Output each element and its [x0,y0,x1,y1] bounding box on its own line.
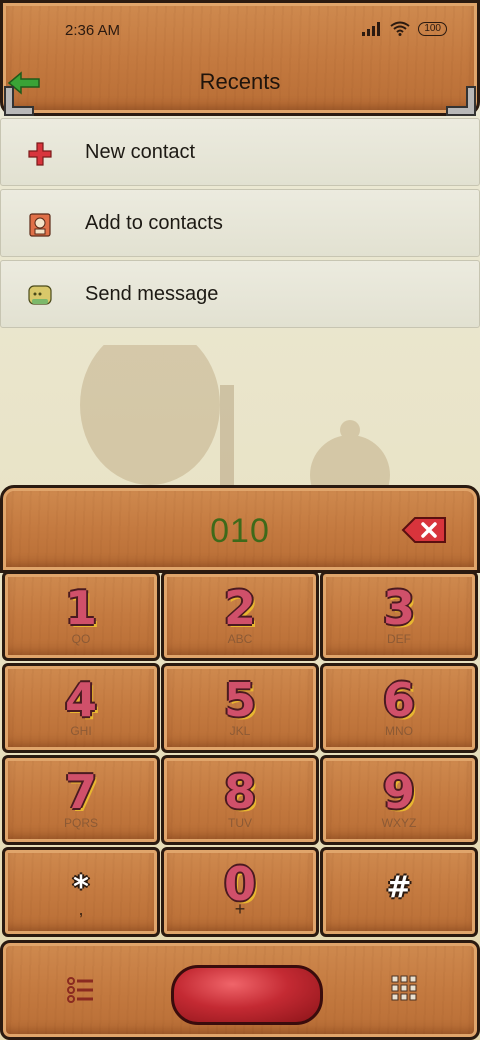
key-digit: 3 [382,581,415,635]
key-hash[interactable]: # [320,847,478,937]
key-digit: 7 [64,765,97,819]
number-display: 010 [0,485,480,573]
key-digit: 2 [223,581,256,635]
key-digit: 9 [382,765,415,819]
key-letters: TUV [228,816,252,830]
key-digit: 1 [64,581,97,635]
page-title: Recents [199,69,281,94]
key-six[interactable]: 6 MNO [320,663,478,753]
key-eight[interactable]: 8 TUV [161,755,319,845]
metal-corner-icon [4,86,34,116]
menu-item-label: Add to contacts [85,212,223,234]
dialer-panel: 010 1 QO 2 ABC 3 DEF 4 GHI 5 JKL 6 MNO 7 PQRS 8 TUV 9 WXY… [0,485,480,1040]
key-digit: 5 [223,673,256,727]
status-bar: 2:36 AM 100 [3,21,477,43]
key-letters: GHI [70,724,92,738]
key-letters: + [234,899,246,919]
recents-menu: New contact Add to contacts Send message [0,118,480,331]
key-digit: # [386,870,412,905]
menu-item-label: Send message [85,283,219,305]
key-two[interactable]: 2 ABC [161,571,319,661]
dialer-action-bar [0,940,480,1040]
call-button[interactable] [171,965,323,1025]
contact-card-icon [29,213,51,237]
key-three[interactable]: 3 DEF [320,571,478,661]
key-letters: WXYZ [381,816,417,830]
key-letters: DEF [387,632,411,646]
status-icons: 100 [362,21,447,36]
key-letters: QO [71,632,91,646]
key-letters: ABC [227,632,253,646]
key-star[interactable]: *, [2,847,160,937]
key-letters: PQRS [63,816,98,830]
message-icon [28,285,52,305]
key-four[interactable]: 4 GHI [2,663,160,753]
title-bar: 2:36 AM 100 Recents [0,0,480,116]
key-nine[interactable]: 9 WXYZ [320,755,478,845]
key-one[interactable]: 1 QO [2,571,160,661]
key-seven[interactable]: 7 PQRS [2,755,160,845]
wifi-icon [390,21,410,36]
plus-icon [28,142,52,166]
key-digit: 6 [382,673,415,727]
send-message-item[interactable]: Send message [0,260,480,328]
status-time: 2:36 AM [65,22,121,39]
battery-icon: 100 [418,21,447,36]
list-menu-icon[interactable] [67,977,95,1003]
key-five[interactable]: 5 JKL [161,663,319,753]
add-to-contacts-item[interactable]: Add to contacts [0,189,480,257]
new-contact-item[interactable]: New contact [0,118,480,186]
key-digit: 4 [64,673,97,727]
key-digit: 8 [223,765,256,819]
keypad-toggle-icon[interactable] [391,975,417,1005]
key-letters: JKL [229,724,251,738]
background-illustration [80,345,390,485]
signal-icon [362,21,381,36]
metal-corner-icon [446,86,476,116]
key-zero[interactable]: 0 + [161,847,319,937]
menu-item-label: New contact [85,141,196,163]
key-letters: , [78,899,84,919]
key-letters: MNO [385,724,413,738]
backspace-icon[interactable] [401,516,447,544]
